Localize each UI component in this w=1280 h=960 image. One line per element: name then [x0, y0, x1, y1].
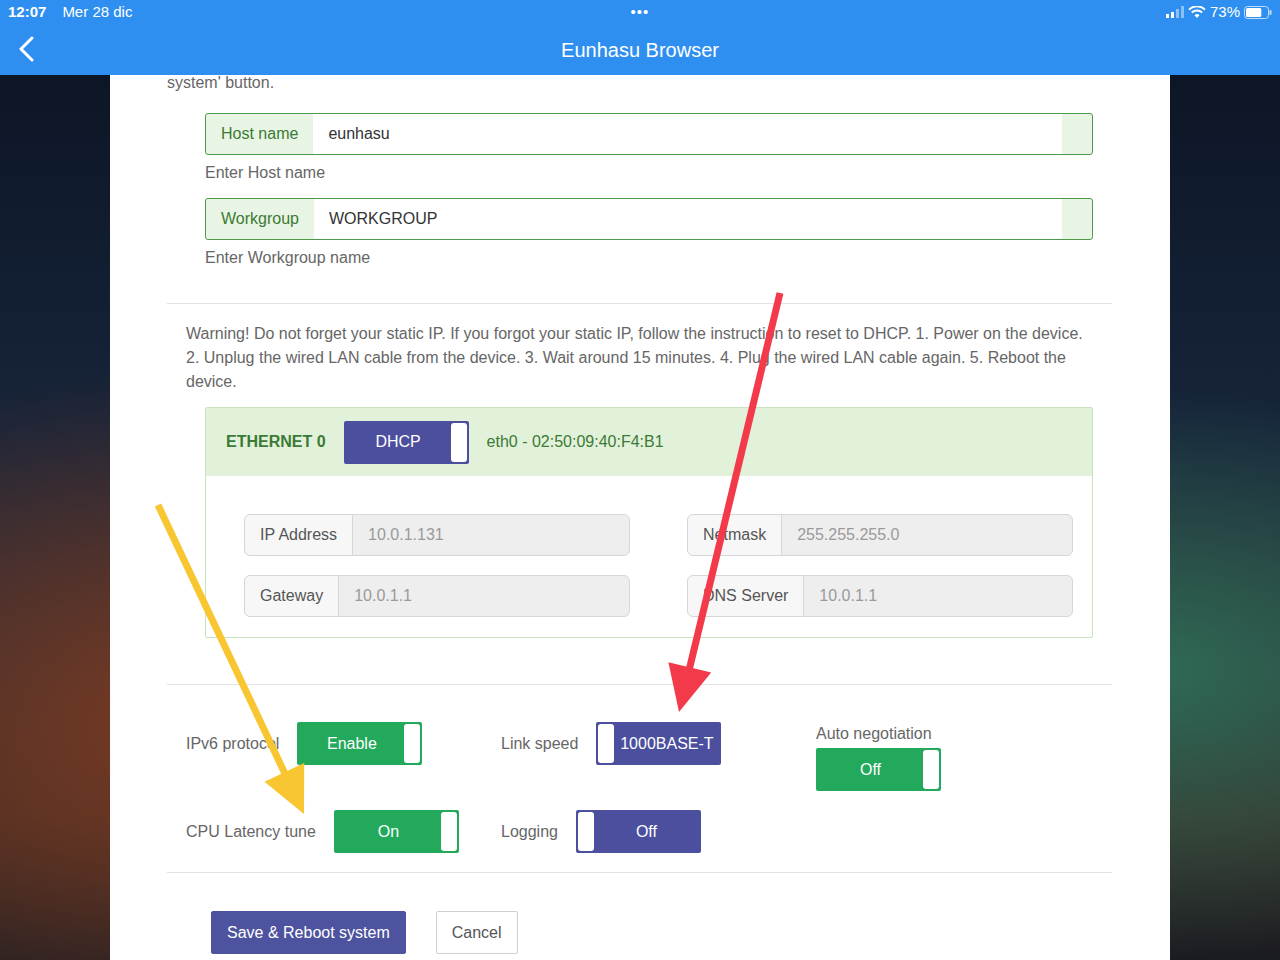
field-addon — [1061, 113, 1093, 155]
back-button[interactable] — [16, 36, 38, 62]
separator — [167, 684, 1112, 685]
setting-item: CPU Latency tune On — [186, 810, 501, 853]
field-label: Workgroup — [205, 198, 315, 240]
ip-field-input — [781, 514, 1073, 556]
field-group: Workgroup — [205, 198, 1093, 240]
ip-field-input — [352, 514, 630, 556]
toggle-knob[interactable] — [598, 724, 614, 763]
setting-label: IPv6 protocol — [186, 732, 279, 756]
ip-field-group: DNS Server — [687, 575, 1073, 617]
ip-field-group: IP Address — [244, 514, 630, 556]
name-fields: Host name Enter Host name Workgroup Enter W… — [205, 113, 1093, 270]
toggle-switch[interactable]: Off — [576, 810, 701, 853]
page-title: Eunhasu Browser — [561, 35, 719, 65]
setting-label: Logging — [501, 820, 558, 844]
clock: 12:07 — [8, 1, 46, 24]
toggle-label: Off — [594, 820, 699, 844]
date: Mer 28 dic — [62, 1, 132, 24]
ethernet-title: ETHERNET 0 — [226, 430, 326, 454]
toggle-label: On — [336, 820, 441, 844]
setting-item: Auto negotiation Off — [816, 722, 1131, 791]
setting-item: IPv6 protocol Enable — [186, 722, 501, 765]
ip-field-label: Gateway — [244, 575, 339, 617]
toggle-knob[interactable] — [441, 812, 457, 851]
separator — [167, 303, 1112, 304]
field-input[interactable] — [313, 113, 1062, 155]
multitask-dots[interactable]: ••• — [631, 1, 650, 24]
toggle-switch[interactable]: 1000BASE-T — [596, 722, 721, 765]
top-bar: 12:07 Mer 28 dic ••• 73% Eunhasu Browser — [0, 0, 1280, 75]
toggle-label: DHCP — [346, 430, 451, 454]
field-help: Enter Workgroup name — [205, 246, 1093, 270]
setting-item: Logging Off — [501, 810, 816, 853]
field-input[interactable] — [314, 198, 1062, 240]
ip-field-label: Netmask — [687, 514, 782, 556]
ip-field-group: Netmask — [687, 514, 1073, 556]
intro-text: system' button. — [167, 75, 1112, 91]
button-row: Save & Reboot system Cancel — [167, 911, 1112, 954]
field-group: Host name — [205, 113, 1093, 155]
ip-field-label: DNS Server — [687, 575, 804, 617]
save-reboot-button[interactable]: Save & Reboot system — [211, 911, 406, 954]
toggle-label: Off — [818, 758, 923, 782]
arrow-icon — [158, 505, 304, 814]
toggle-switch[interactable]: Off — [816, 748, 941, 791]
field-addon — [1061, 198, 1093, 240]
interface-mac: eth0 - 02:50:09:40:F4:B1 — [487, 430, 664, 454]
ip-field-label: IP Address — [244, 514, 353, 556]
field-help: Enter Host name — [205, 161, 1093, 185]
ip-field-input — [803, 575, 1073, 617]
separator — [167, 872, 1112, 873]
warning-text: Warning! Do not forget your static IP. I… — [167, 322, 1112, 394]
cancel-button[interactable]: Cancel — [436, 911, 518, 954]
toggle-knob[interactable] — [578, 812, 594, 851]
toggle-label: Enable — [299, 732, 404, 756]
annotation-layer — [0, 0, 1280, 960]
status-left: 12:07 Mer 28 dic — [8, 1, 132, 24]
ethernet-fields: IP Address Netmask Gateway DNS Server — [206, 476, 1092, 637]
setting-label: Link speed — [501, 732, 578, 756]
ip-field-input — [338, 575, 630, 617]
ethernet-header: ETHERNET 0 DHCP eth0 - 02:50:09:40:F4:B1 — [206, 408, 1092, 476]
setting-label: Auto negotiation — [816, 722, 932, 746]
status-bar: 12:07 Mer 28 dic ••• 73% — [0, 0, 1280, 24]
signal-icon — [1166, 6, 1184, 18]
toggle-knob[interactable] — [451, 423, 467, 462]
toggle-label: 1000BASE-T — [614, 732, 719, 756]
toggle-switch[interactable]: Enable — [297, 722, 422, 765]
battery-fill — [1246, 8, 1261, 17]
wifi-icon — [1188, 6, 1206, 19]
battery-percent: 73% — [1210, 1, 1240, 24]
setting-label: CPU Latency tune — [186, 820, 316, 844]
toggle-knob[interactable] — [404, 724, 420, 763]
chevron-left-icon — [16, 36, 38, 62]
ethernet-card: ETHERNET 0 DHCP eth0 - 02:50:09:40:F4:B1 IP… — [205, 407, 1093, 638]
ip-field-group: Gateway — [244, 575, 630, 617]
arrow-icon — [668, 293, 780, 712]
nav-bar: Eunhasu Browser — [0, 24, 1280, 75]
toggle-knob[interactable] — [923, 750, 939, 789]
status-right: 73% — [1166, 1, 1272, 24]
toggle-switch[interactable]: On — [334, 810, 459, 853]
battery-icon — [1244, 6, 1272, 19]
toggle-switch[interactable]: DHCP — [344, 421, 469, 464]
setting-item: Link speed 1000BASE-T — [501, 722, 816, 765]
field-label: Host name — [205, 113, 314, 155]
settings-panel: system' button. Host name Enter Host name W… — [110, 75, 1170, 960]
settings-grid: IPv6 protocol Enable Link speed 1000BASE-T A… — [167, 722, 1112, 853]
